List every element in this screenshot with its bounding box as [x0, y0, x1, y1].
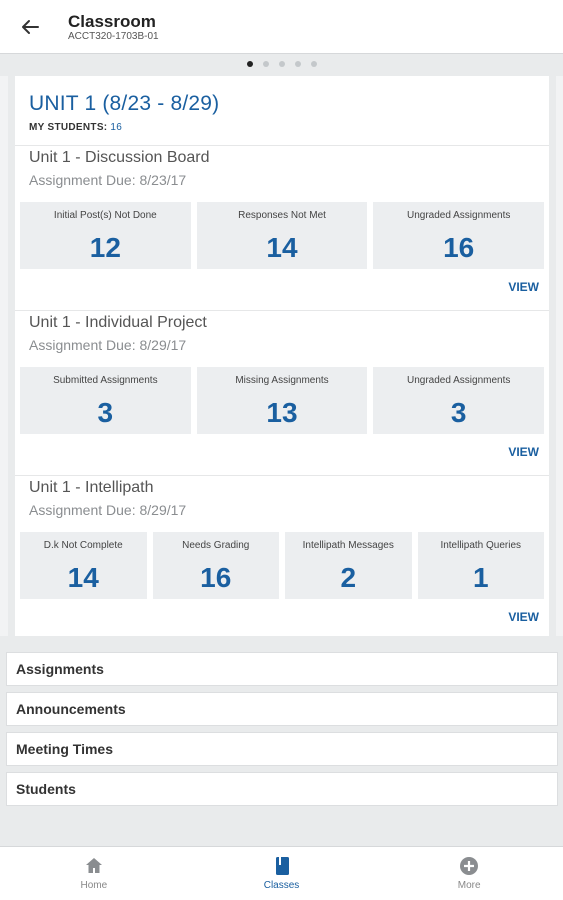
stat-label: D.k Not Complete: [43, 540, 123, 551]
view-link[interactable]: VIEW: [508, 445, 539, 459]
stat-value: 14: [67, 562, 99, 593]
stat-tile[interactable]: Initial Post(s) Not Done 12: [20, 202, 191, 269]
stat-value: 13: [266, 397, 298, 428]
assignment-title: Unit 1 - Discussion Board: [29, 149, 210, 166]
plus-circle-icon: [460, 857, 479, 875]
nav-classes-label: Classes: [263, 880, 300, 891]
stat-value: 12: [89, 232, 121, 263]
bottom-nav: Home Classes More: [0, 846, 563, 900]
stat-label: Ungraded Assignments: [406, 375, 511, 386]
nav-home[interactable]: Home: [0, 847, 188, 900]
unit-title: UNIT 1 (8/23 - 8/29): [29, 92, 220, 115]
home-icon: [85, 858, 102, 873]
stat-tiles: Submitted Assignments 3 Missing Assignme…: [20, 367, 545, 434]
stat-label: Submitted Assignments: [53, 375, 158, 386]
page-dot[interactable]: [278, 61, 285, 67]
view-link[interactable]: VIEW: [508, 280, 539, 294]
assignment-section-project: Unit 1 - Individual Project Assignment D…: [15, 311, 549, 476]
stat-label: Missing Assignments: [235, 375, 329, 386]
stat-value: 3: [97, 397, 114, 428]
assignment-due: Assignment Due: 8/29/17: [29, 502, 187, 518]
stat-label: Ungraded Assignments: [406, 210, 511, 221]
course-code: ACCT320-1703B-01: [68, 31, 159, 42]
menu-item-assignments[interactable]: Assignments: [6, 652, 558, 686]
nav-more-label: More: [457, 880, 481, 891]
stat-value: 14: [266, 232, 298, 263]
arrow-left-icon: [22, 20, 39, 34]
stat-label: Responses Not Met: [238, 210, 326, 221]
nav-classes[interactable]: Classes: [188, 847, 376, 900]
my-students-count: 16: [110, 122, 123, 133]
next-card-peek[interactable]: [556, 76, 563, 636]
back-button[interactable]: [14, 12, 46, 42]
stat-tiles: D.k Not Complete 14 Needs Grading 16 Int…: [20, 532, 544, 599]
app-bar: Classroom ACCT320-1703B-01: [0, 0, 563, 54]
stat-tile[interactable]: Missing Assignments 13: [196, 367, 368, 434]
unit-card: UNIT 1 (8/23 - 8/29) MY STUDENTS: 16 Unit…: [15, 76, 549, 636]
stat-tiles: Initial Post(s) Not Done 12 Responses No…: [20, 202, 545, 269]
my-students-label: MY STUDENTS:: [29, 122, 108, 133]
unit-header: UNIT 1 (8/23 - 8/29) MY STUDENTS: 16: [15, 76, 549, 146]
view-link[interactable]: VIEW: [508, 610, 539, 624]
prev-card-peek[interactable]: [0, 76, 8, 636]
stat-value: 16: [443, 232, 475, 263]
assignment-section-discussion: Unit 1 - Discussion Board Assignment Due…: [15, 146, 549, 311]
page-dot[interactable]: [262, 61, 269, 67]
nav-more[interactable]: More: [375, 847, 563, 900]
stat-label: Initial Post(s) Not Done: [53, 210, 157, 221]
my-students: MY STUDENTS: 16: [29, 122, 549, 133]
menu-item-students[interactable]: Students: [6, 772, 558, 806]
stat-label: Needs Grading: [182, 540, 250, 551]
stat-value: 3: [450, 397, 467, 428]
page-dot[interactable]: [310, 61, 317, 67]
stat-tile[interactable]: Responses Not Met 14: [196, 202, 368, 269]
book-icon: [275, 857, 289, 875]
stat-tile[interactable]: Ungraded Assignments 16: [373, 202, 545, 269]
page-title: Classroom: [68, 12, 156, 31]
page-indicator: [0, 61, 563, 67]
stat-tile[interactable]: Intellipath Queries 1: [417, 532, 544, 599]
stat-label: Intellipath Queries: [440, 540, 522, 551]
stat-tile[interactable]: Ungraded Assignments 3: [373, 367, 545, 434]
menu-item-announcements[interactable]: Announcements: [6, 692, 558, 726]
stat-tile[interactable]: Needs Grading 16: [152, 532, 279, 599]
stat-value: 1: [472, 562, 489, 593]
assignment-due: Assignment Due: 8/29/17: [29, 337, 187, 353]
assignment-title: Unit 1 - Individual Project: [29, 314, 207, 331]
assignment-due: Assignment Due: 8/23/17: [29, 172, 187, 188]
stat-value: 2: [340, 562, 357, 593]
menu-item-meeting-times[interactable]: Meeting Times: [6, 732, 558, 766]
assignment-title: Unit 1 - Intellipath: [29, 479, 154, 496]
assignment-section-intellipath: Unit 1 - Intellipath Assignment Due: 8/2…: [15, 476, 549, 641]
page-dot[interactable]: [246, 61, 253, 67]
stat-tile[interactable]: Intellipath Messages 2: [285, 532, 412, 599]
stat-value: 16: [200, 562, 232, 593]
stat-label: Intellipath Messages: [302, 540, 394, 551]
stat-tile[interactable]: Submitted Assignments 3: [20, 367, 191, 434]
nav-home-label: Home: [80, 880, 108, 891]
page-dot[interactable]: [294, 61, 301, 67]
stat-tile[interactable]: D.k Not Complete 14: [20, 532, 147, 599]
